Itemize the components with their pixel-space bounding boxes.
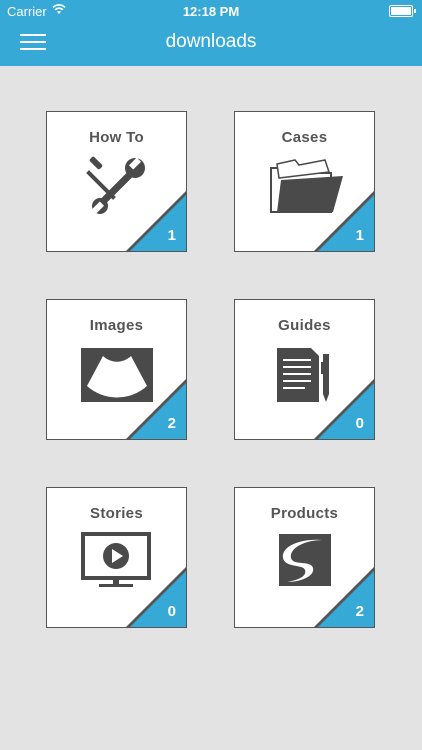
download-count: 2 <box>167 415 176 432</box>
tile-label: Images <box>89 317 144 334</box>
tile-label: Guides <box>278 317 331 334</box>
tile-stories[interactable]: Stories 0 <box>46 487 187 628</box>
download-count: 1 <box>355 227 364 244</box>
count-badge: 2 <box>314 567 374 627</box>
count-badge: 0 <box>126 567 186 627</box>
tile-label: Stories <box>90 505 143 522</box>
battery-icon <box>389 5 416 17</box>
count-badge: 1 <box>314 191 374 251</box>
app-header: Carrier 12:18 PM downloads <box>0 0 422 66</box>
page-title: downloads <box>165 31 257 52</box>
tile-label: Cases <box>281 129 328 146</box>
clock-time: 12:18 PM <box>182 4 240 19</box>
status-bar: Carrier 12:18 PM <box>0 0 422 22</box>
tile-how-to[interactable]: How To 1 <box>46 111 187 252</box>
tile-images[interactable]: Images 2 <box>46 299 187 440</box>
tile-label: How To <box>89 129 144 146</box>
download-count: 0 <box>167 603 176 620</box>
count-badge: 0 <box>314 379 374 439</box>
count-badge: 2 <box>126 379 186 439</box>
tile-label: Products <box>270 505 339 522</box>
tile-guides[interactable]: Guides 0 <box>234 299 375 440</box>
download-count: 0 <box>355 415 364 432</box>
tile-cases[interactable]: Cases 1 <box>234 111 375 252</box>
download-count: 1 <box>167 227 176 244</box>
download-count: 2 <box>355 603 364 620</box>
tile-products[interactable]: Products 2 <box>234 487 375 628</box>
count-badge: 1 <box>126 191 186 251</box>
